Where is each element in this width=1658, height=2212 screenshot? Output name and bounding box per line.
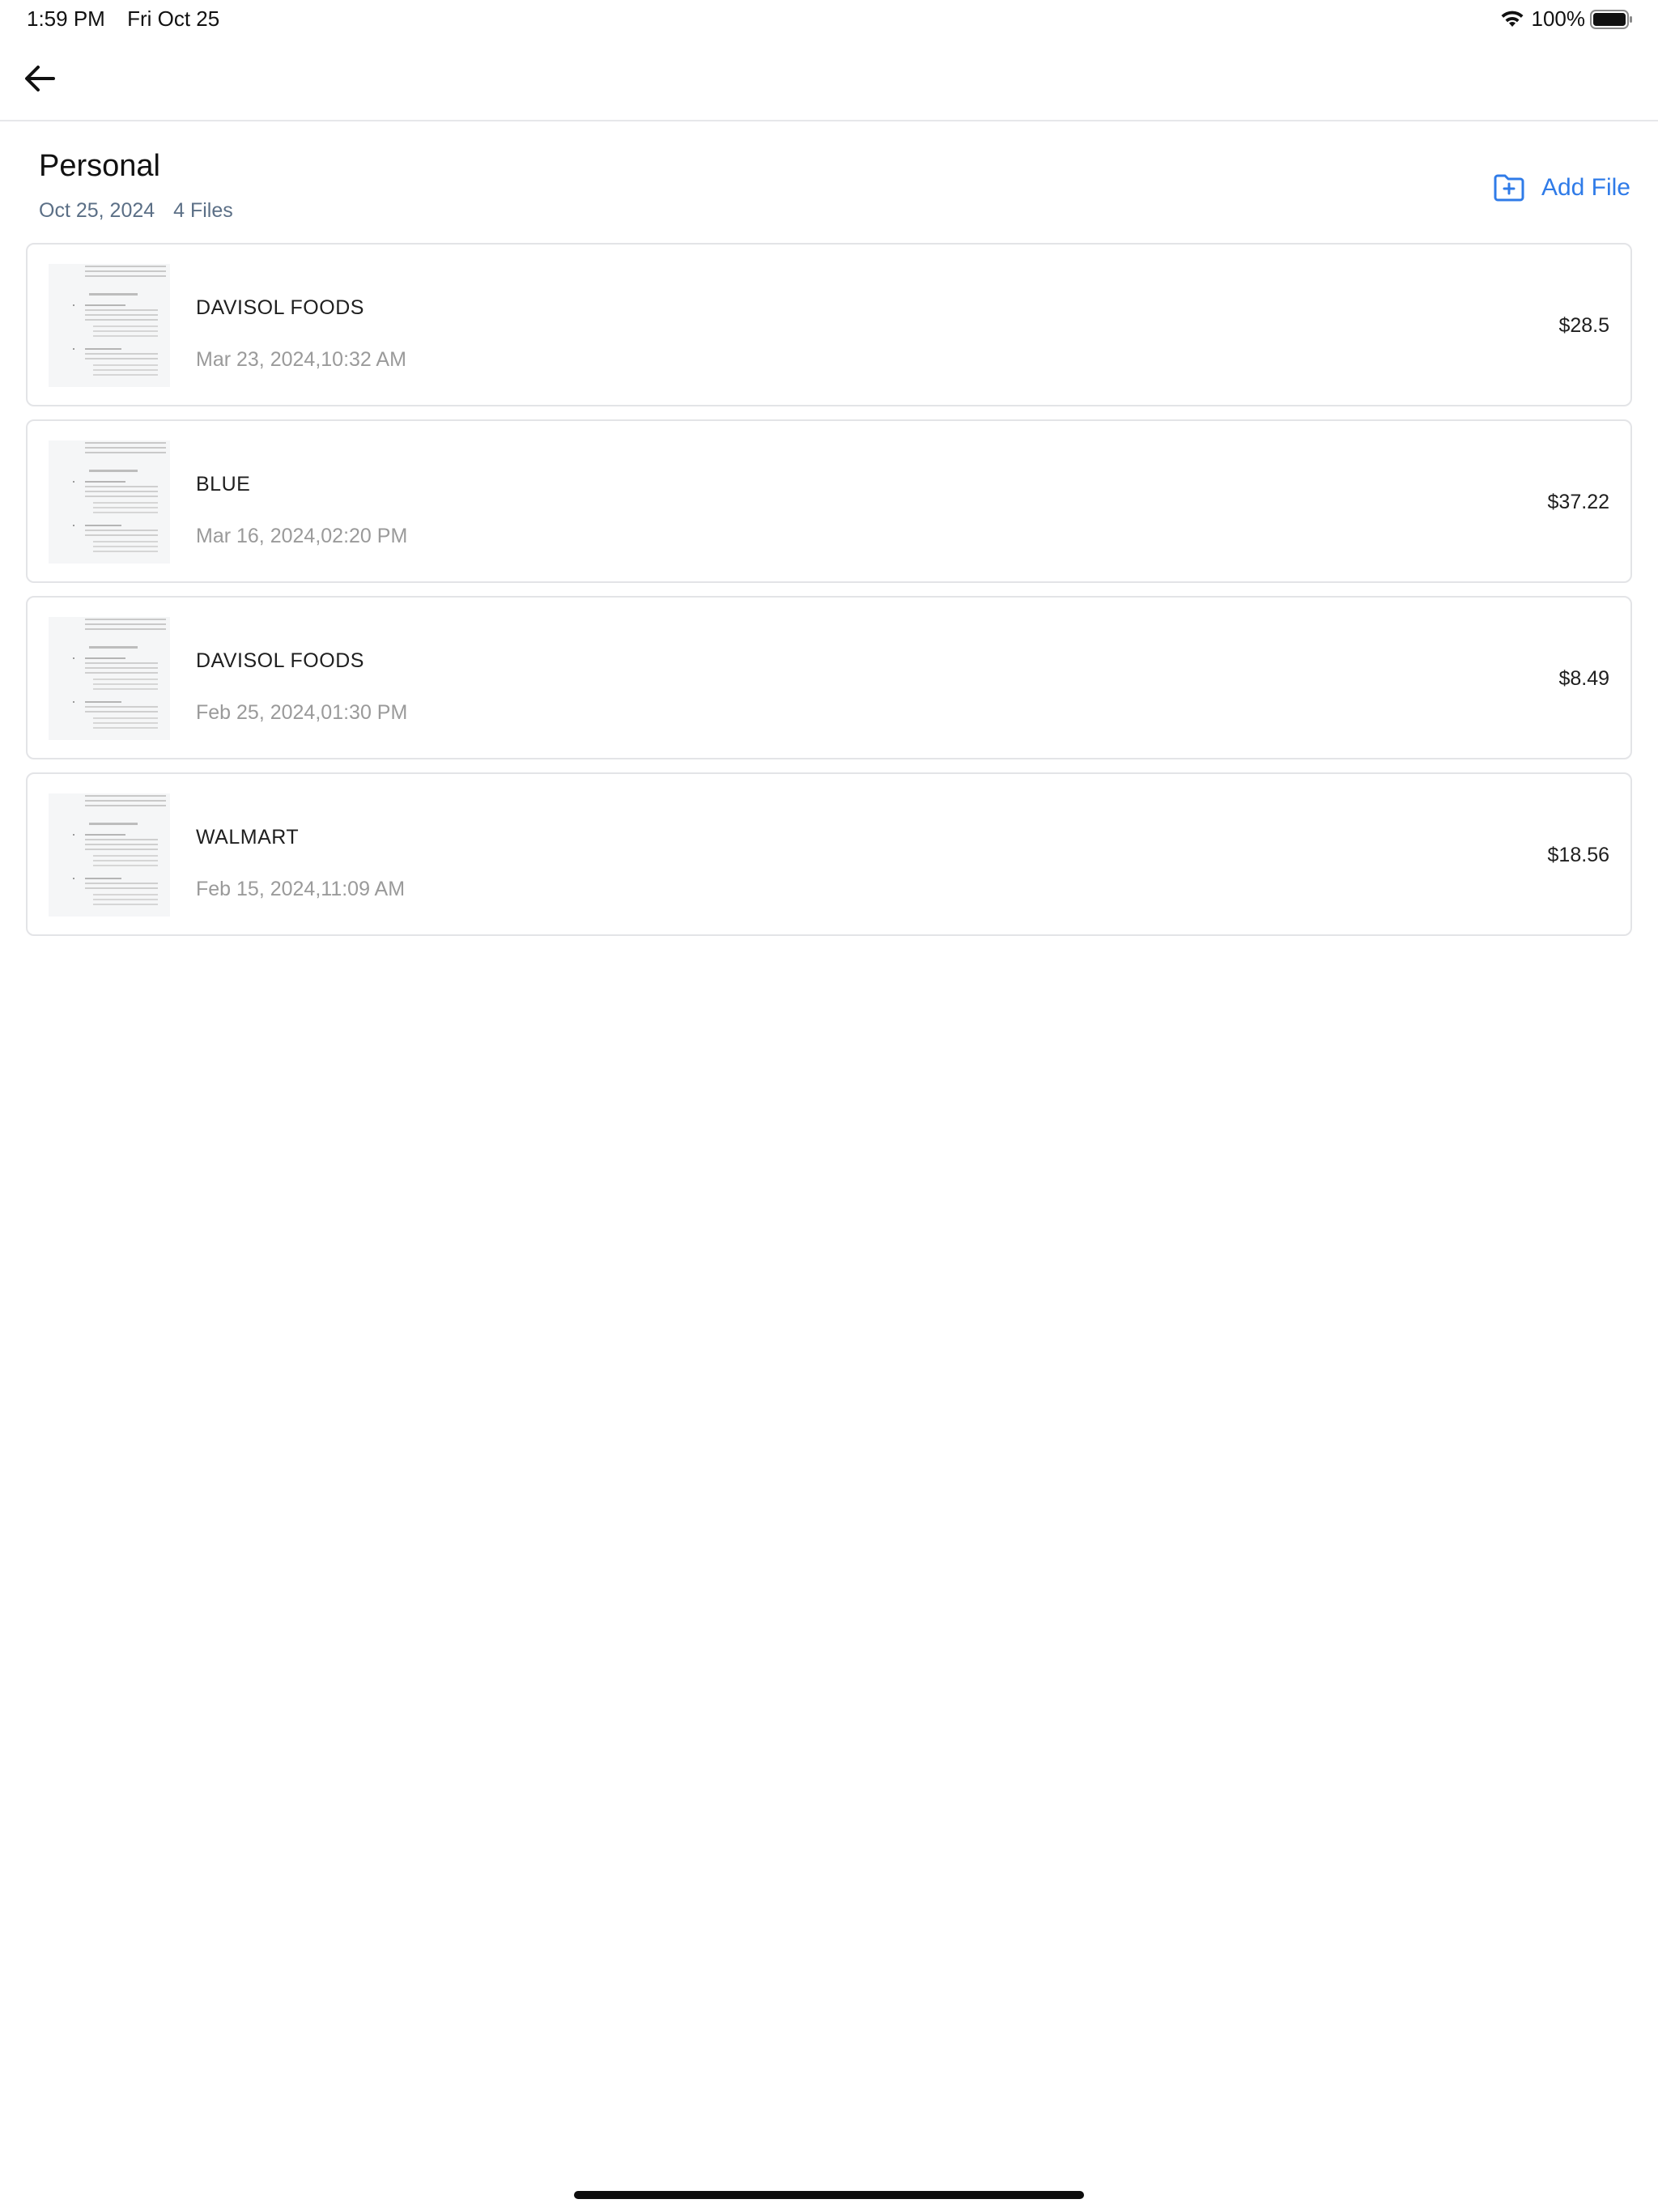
file-name: DAVISOL FOODS bbox=[196, 649, 364, 672]
file-date: Mar 16, 2024,02:20 PM bbox=[196, 525, 408, 547]
file-date: Feb 15, 2024,11:09 AM bbox=[196, 878, 406, 900]
page-title: Personal bbox=[39, 149, 160, 183]
list-item[interactable]: DAVISOL FOODS Feb 25, 2024,01:30 PM $8.4… bbox=[26, 596, 1632, 759]
home-indicator[interactable] bbox=[574, 2191, 1084, 2199]
file-name: DAVISOL FOODS bbox=[196, 296, 364, 319]
list-item[interactable]: BLUE Mar 16, 2024,02:20 PM $37.22 bbox=[26, 419, 1632, 583]
receipt-thumbnail bbox=[49, 793, 170, 917]
file-date: Mar 23, 2024,10:32 AM bbox=[196, 348, 406, 371]
status-time: 1:59 PM bbox=[27, 6, 105, 31]
file-list: DAVISOL FOODS Mar 23, 2024,10:32 AM $28.… bbox=[26, 243, 1632, 949]
status-time-date: 1:59 PM Fri Oct 25 bbox=[27, 6, 236, 32]
file-name: WALMART bbox=[196, 826, 300, 849]
add-file-button[interactable]: Add File bbox=[1493, 173, 1630, 202]
folder-date: Oct 25, 2024 bbox=[39, 199, 155, 222]
file-date: Feb 25, 2024,01:30 PM bbox=[196, 701, 408, 724]
arrow-left-icon[interactable] bbox=[21, 60, 58, 97]
file-amount: $28.5 bbox=[1558, 314, 1609, 337]
status-date: Fri Oct 25 bbox=[127, 6, 220, 31]
list-item[interactable]: DAVISOL FOODS Mar 23, 2024,10:32 AM $28.… bbox=[26, 243, 1632, 406]
folder-meta: Oct 25, 2024 4 Files bbox=[39, 199, 246, 223]
add-file-label: Add File bbox=[1541, 174, 1630, 201]
receipt-thumbnail bbox=[49, 264, 170, 387]
receipt-thumbnail bbox=[49, 617, 170, 740]
folder-plus-icon bbox=[1494, 174, 1524, 202]
file-amount: $37.22 bbox=[1547, 491, 1609, 513]
wifi-icon bbox=[1501, 11, 1523, 27]
status-indicators: 100% bbox=[1499, 6, 1635, 32]
file-name: BLUE bbox=[196, 473, 251, 496]
folder-file-count: 4 Files bbox=[173, 199, 233, 222]
status-bar: 1:59 PM Fri Oct 25 100% bbox=[0, 0, 1658, 39]
receipt-thumbnail bbox=[49, 440, 170, 564]
list-item[interactable]: WALMART Feb 15, 2024,11:09 AM $18.56 bbox=[26, 772, 1632, 936]
file-amount: $8.49 bbox=[1558, 667, 1609, 690]
battery-icon bbox=[1590, 9, 1632, 29]
file-amount: $18.56 bbox=[1547, 844, 1609, 866]
nav-bar bbox=[0, 39, 1658, 121]
battery-percent: 100% bbox=[1531, 6, 1586, 31]
